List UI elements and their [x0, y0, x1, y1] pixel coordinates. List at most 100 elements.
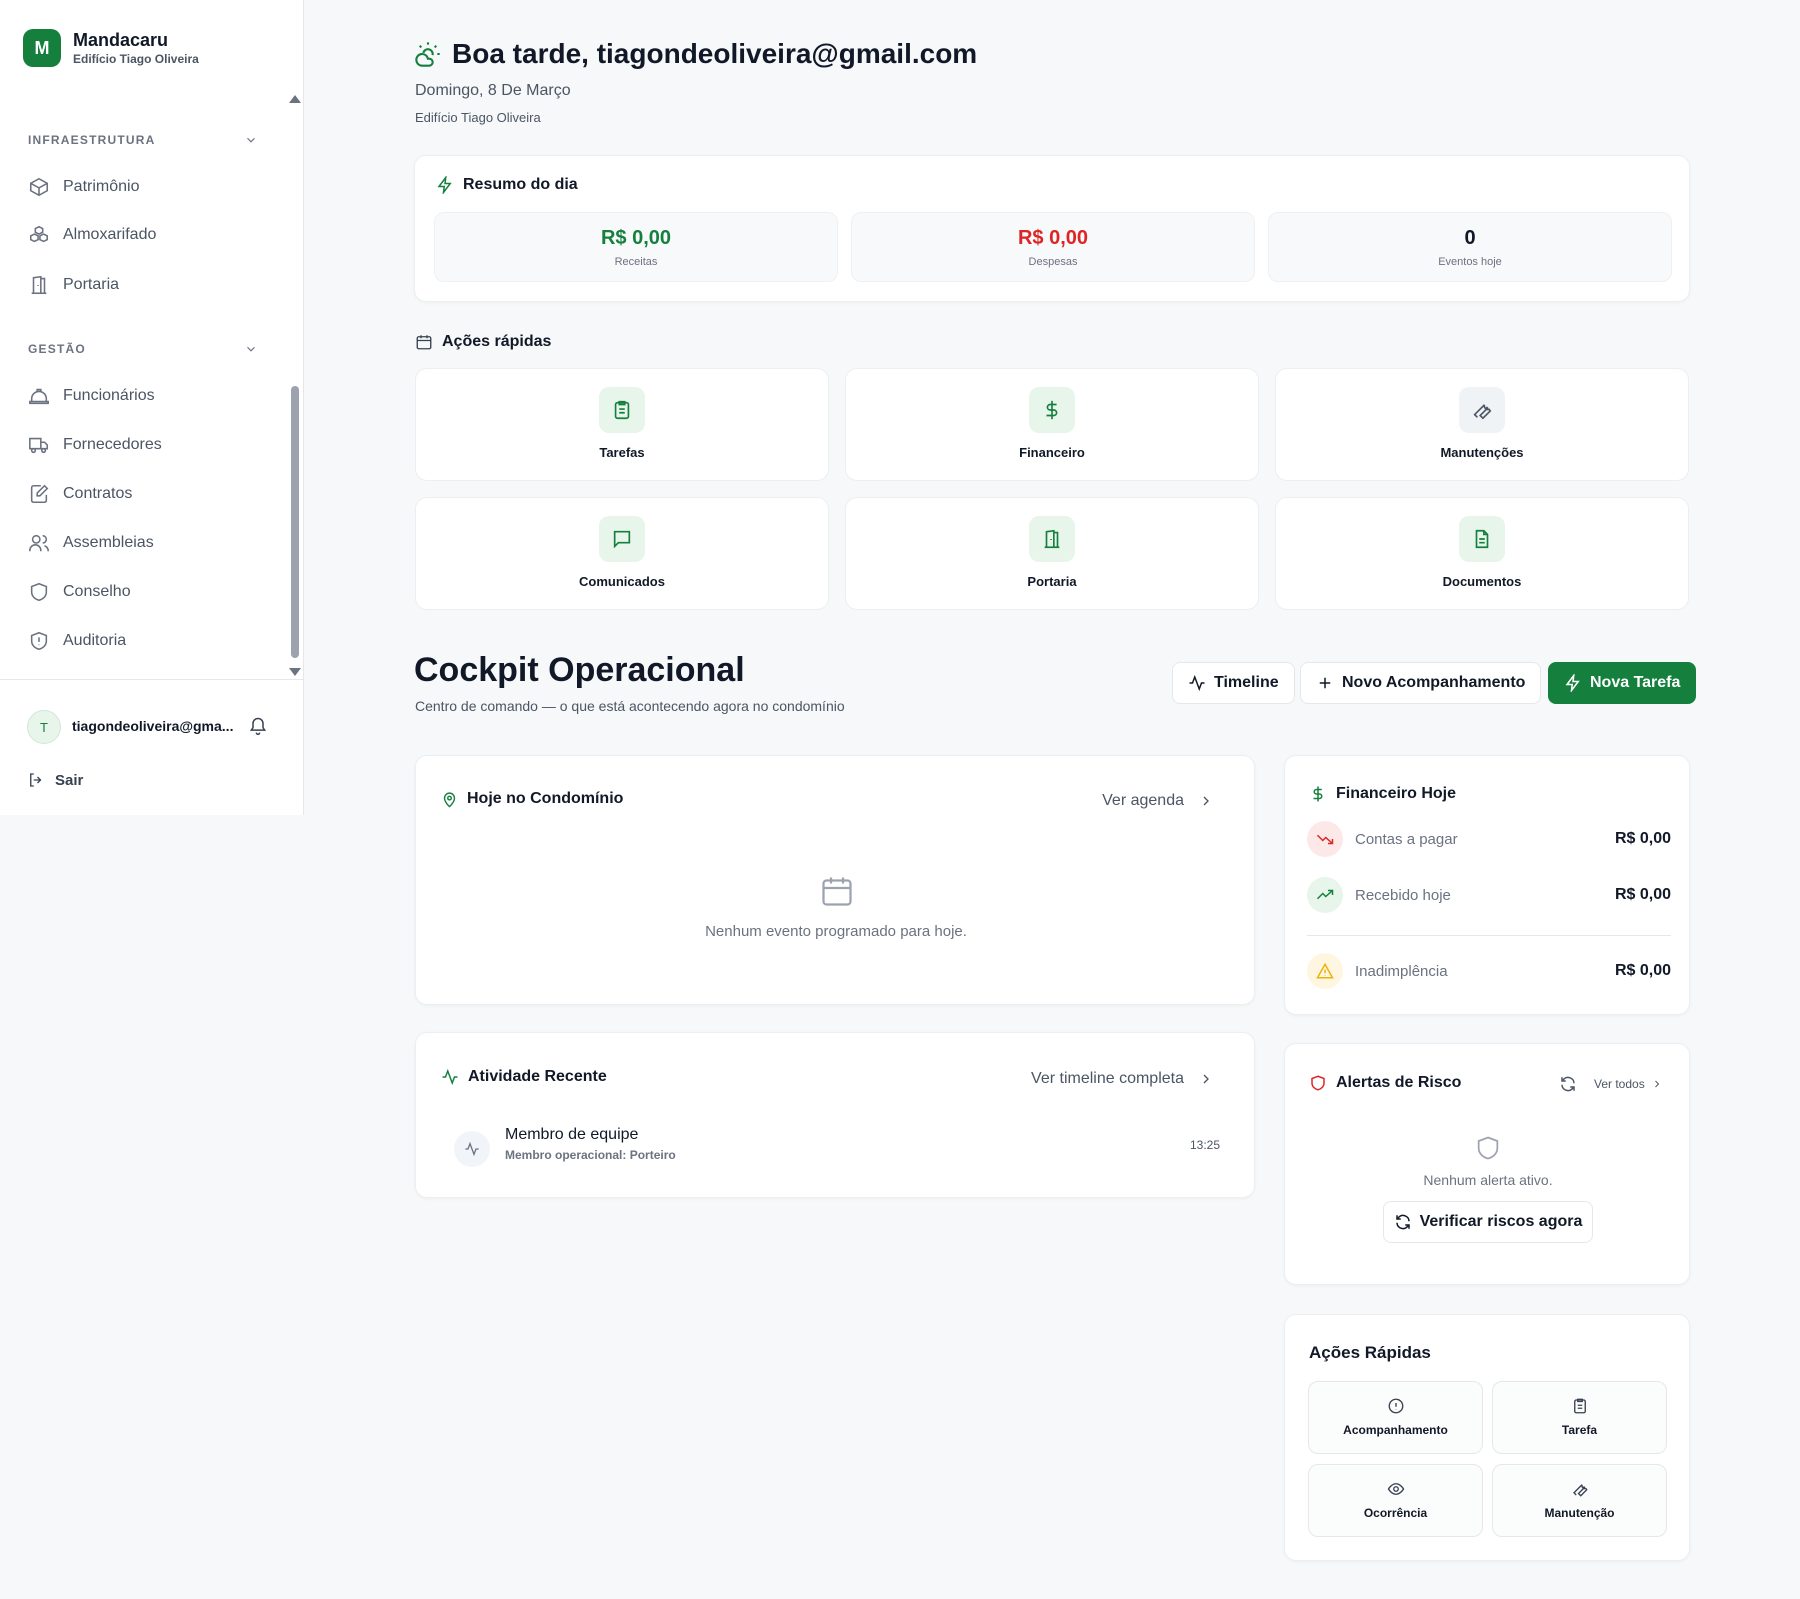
activity-icon	[465, 1141, 479, 1157]
brand-name: Mandacaru	[73, 30, 169, 50]
timeline-button-label: Timeline	[1214, 674, 1279, 691]
trending-up-icon	[1316, 889, 1334, 900]
file-edit-icon	[30, 484, 49, 504]
sidebar-item-funcionarios[interactable]: Funcionários	[28, 381, 155, 411]
plus-icon	[1319, 677, 1331, 689]
finance-row-value: R$ 0,00	[1614, 830, 1671, 847]
today-card: Hoje no Condomínio Ver agenda Nenhum eve…	[415, 755, 1255, 1005]
view-timeline-label: Ver timeline completa	[1031, 1070, 1184, 1087]
quick-action-financeiro[interactable]: Financeiro	[845, 368, 1259, 481]
user-email[interactable]: tiagondeoliveira@gma...	[72, 718, 233, 734]
refresh-icon[interactable]	[1559, 1075, 1577, 1093]
sidebar-scrollbar[interactable]	[291, 386, 299, 658]
sidebar-item-label: Almoxarifado	[63, 226, 157, 243]
activity-card: Atividade Recente Ver timeline completa …	[415, 1032, 1255, 1198]
chevron-right-icon	[1203, 796, 1209, 806]
sidebar-item-label: Funcionários	[63, 387, 155, 404]
chevron-right-icon	[1654, 1080, 1659, 1088]
sidebar-item-patrimonio[interactable]: Patrimônio	[28, 172, 139, 202]
message-icon	[613, 530, 631, 549]
today-empty-message: Nenhum evento programado para hoje.	[705, 923, 967, 940]
fast-action-label: Tarefa	[1561, 1423, 1598, 1437]
finance-row-recebido: Recebido hoje R$ 0,00	[1307, 877, 1671, 913]
fast-action-ocorrencia[interactable]: Ocorrência	[1308, 1464, 1483, 1537]
truck-icon	[29, 437, 49, 454]
map-pin-icon	[443, 791, 456, 808]
file-text-icon	[1475, 529, 1489, 549]
zap-icon	[437, 176, 452, 194]
stat-receitas: R$ 0,00 Receitas	[434, 212, 838, 282]
sun-cloud-icon	[415, 42, 440, 67]
view-timeline-link[interactable]: Ver timeline completa	[1031, 1070, 1214, 1088]
quick-actions-header: Ações rápidas	[415, 333, 551, 351]
check-risks-button[interactable]: Verificar riscos agora	[1383, 1201, 1593, 1243]
brand-logo: M	[23, 29, 61, 67]
dollar-icon	[1313, 786, 1323, 802]
view-all-alerts-link[interactable]: Ver todos	[1594, 1077, 1663, 1091]
sidebar-item-auditoria[interactable]: Auditoria	[28, 626, 126, 656]
sidebar-item-fornecedores[interactable]: Fornecedores	[28, 430, 162, 460]
quick-action-label: Tarefas	[599, 445, 645, 460]
divider	[1307, 935, 1671, 936]
stat-label: Receitas	[614, 256, 658, 268]
activity-item[interactable]: Membro de equipe Membro operacional: Por…	[454, 1125, 1220, 1175]
sidebar-item-label: Patrimônio	[63, 178, 140, 195]
quick-action-portaria[interactable]: Portaria	[845, 497, 1259, 610]
scroll-up-arrow[interactable]	[289, 95, 301, 103]
sidebar-item-portaria[interactable]: Portaria	[28, 270, 119, 300]
chevron-down-icon	[247, 346, 255, 352]
new-task-button[interactable]: Nova Tarefa	[1548, 662, 1697, 704]
risk-alerts-empty: Nenhum alerta ativo.	[1423, 1172, 1553, 1188]
logout-button[interactable]: Sair	[27, 771, 83, 789]
quick-action-manutencoes[interactable]: Manutenções	[1275, 368, 1689, 481]
section-infraestrutura[interactable]: INFRAESTRUTURA	[28, 133, 258, 147]
bell-icon[interactable]	[248, 716, 268, 736]
fast-actions-title: Ações Rápidas	[1309, 1343, 1431, 1362]
today-title: Hoje no Condomínio	[467, 790, 624, 807]
sidebar-item-assembleias[interactable]: Assembleias	[28, 528, 154, 558]
quick-action-label: Documentos	[1442, 574, 1522, 589]
stat-label: Despesas	[1028, 256, 1078, 268]
wrench-icon	[1572, 1484, 1588, 1497]
brand-subtitle: Edifício Tiago Oliveira	[73, 52, 199, 66]
finance-title: Financeiro Hoje	[1336, 785, 1457, 802]
user-panel: T tiagondeoliveira@gma... Sair	[0, 679, 304, 815]
logout-label: Sair	[55, 771, 84, 789]
new-follow-up-button[interactable]: Novo Acompanhamento	[1300, 662, 1542, 704]
avatar[interactable]: T	[27, 710, 61, 744]
activity-item-title: Membro de equipe	[505, 1126, 639, 1143]
risk-alerts-card: Alertas de Risco Ver todos Nenhum alerta…	[1284, 1043, 1690, 1285]
brand[interactable]: M Mandacaru Edifício Tiago Oliveira	[23, 29, 199, 67]
timeline-button[interactable]: Timeline	[1172, 662, 1295, 704]
new-follow-up-label: Novo Acompanhamento	[1342, 674, 1526, 691]
fast-action-acompanhamento[interactable]: Acompanhamento	[1308, 1381, 1483, 1454]
finance-row-label: Inadimplência	[1355, 962, 1448, 980]
section-gestao[interactable]: GESTÃO	[28, 342, 258, 356]
sidebar-item-label: Assembleias	[63, 534, 154, 551]
sidebar: M Mandacaru Edifício Tiago Oliveira INFR…	[0, 0, 304, 815]
sidebar-item-contratos[interactable]: Contratos	[28, 479, 132, 509]
shield-icon	[1311, 1075, 1325, 1091]
wrench-icon	[1473, 404, 1492, 420]
trending-down-icon	[1316, 834, 1334, 845]
quick-action-documentos[interactable]: Documentos	[1275, 497, 1689, 610]
fast-action-manutencao[interactable]: Manutenção	[1492, 1464, 1667, 1537]
cockpit-title: Cockpit Operacional	[414, 651, 745, 689]
users-icon	[29, 534, 49, 552]
fast-action-tarefa[interactable]: Tarefa	[1492, 1381, 1667, 1454]
chevron-right-icon	[1203, 1074, 1209, 1084]
shield-icon	[1477, 1136, 1499, 1160]
sidebar-item-conselho[interactable]: Conselho	[28, 577, 131, 607]
quick-action-label: Portaria	[1027, 574, 1077, 589]
cockpit-subtitle: Centro de comando — o que está acontecen…	[415, 698, 845, 714]
quick-action-tarefas[interactable]: Tarefas	[415, 368, 829, 481]
finance-row-contas: Contas a pagar R$ 0,00	[1307, 821, 1671, 857]
view-agenda-link[interactable]: Ver agenda	[1102, 792, 1214, 810]
sidebar-item-label: Conselho	[63, 583, 131, 600]
door-icon	[31, 275, 47, 295]
quick-action-comunicados[interactable]: Comunicados	[415, 497, 829, 610]
page-title: Boa tarde, tiagondeoliveira@gmail.com	[452, 38, 978, 69]
sidebar-item-almoxarifado[interactable]: Almoxarifado	[28, 220, 156, 250]
scroll-down-arrow[interactable]	[289, 668, 301, 676]
shield-alert-icon	[30, 631, 48, 651]
